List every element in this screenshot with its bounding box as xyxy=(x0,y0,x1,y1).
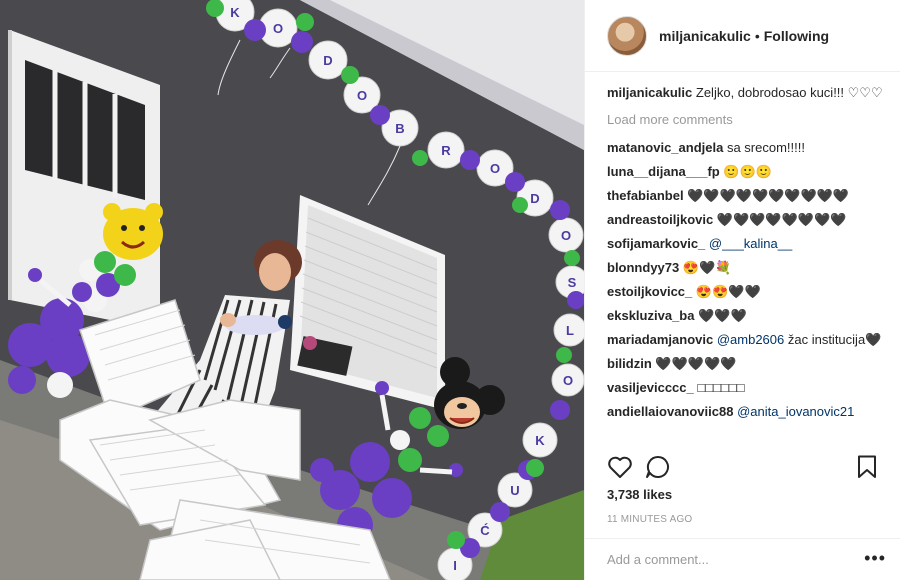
comment-mention[interactable]: @amb2606 xyxy=(717,332,784,347)
comment-text: □□□□□□ xyxy=(697,380,745,395)
comment-username[interactable]: ekskluziva_ba xyxy=(607,308,694,323)
action-bar xyxy=(607,455,878,481)
balloon-letter: O xyxy=(490,161,500,176)
comment-item: thefabianbel 🖤🖤🖤🖤🖤🖤🖤🖤🖤🖤 xyxy=(607,187,890,205)
comment-item: bilidzin 🖤🖤🖤🖤🖤 xyxy=(607,355,890,373)
comment-username[interactable]: sofijamarkovic_ xyxy=(607,236,705,251)
more-options-icon[interactable]: ••• xyxy=(864,548,886,569)
comment-username[interactable]: estoiljkovicc_ xyxy=(607,284,692,299)
post-caption: miljanicakulic Zeljko, dobrodosao kuci!!… xyxy=(607,84,890,102)
balloon-letter: U xyxy=(510,483,519,498)
comment-item: andreastoiljkovic 🖤🖤🖤🖤🖤🖤🖤🖤 xyxy=(607,211,890,229)
balloon-letter: Ć xyxy=(480,523,490,538)
balloon-letter: D xyxy=(323,53,332,68)
photo-scene: K O D O B R O D O S L O K U Ć I xyxy=(0,0,584,580)
winnie-balloon xyxy=(103,203,163,260)
balloon-letter: K xyxy=(230,5,240,20)
balloon-letter: S xyxy=(568,275,577,290)
balloon-letter: O xyxy=(563,373,573,388)
header-separator: • xyxy=(754,27,760,44)
comment-item: sofijamarkovic_ @___kalina__ xyxy=(607,235,890,253)
comment-username[interactable]: luna__dijana___fp xyxy=(607,164,720,179)
post-header: miljanicakulic • Following xyxy=(585,0,900,72)
balloon-letter: O xyxy=(273,21,283,36)
comment-mention[interactable]: @___kalina__ xyxy=(709,236,792,251)
comment-text: 🖤🖤🖤🖤🖤🖤🖤🖤 xyxy=(716,212,847,227)
comment-username[interactable]: andiellaiovanoviic88 xyxy=(607,404,733,419)
comment-mention[interactable]: @anita_iovanovic21 xyxy=(737,404,854,419)
caption-username[interactable]: miljanicakulic xyxy=(607,85,692,100)
comment-item: blonndyy73 😍🖤💐 xyxy=(607,259,890,277)
comment-item: matanovic_andjela sa srecom!!!!! xyxy=(607,139,890,157)
caption-text: Zeljko, dobrodosao kuci!!! ♡♡♡ xyxy=(695,85,883,100)
comment-item: luna__dijana___fp 🙂🙂🙂 xyxy=(607,163,890,181)
comment-item: vasiljevicccc_ □□□□□□ xyxy=(607,379,890,397)
add-comment-input[interactable]: Add a comment... xyxy=(607,552,709,567)
comment-bubble-icon[interactable] xyxy=(645,455,671,479)
balloon-letter: B xyxy=(395,121,404,136)
balloon-letter: I xyxy=(453,558,457,573)
post-photo[interactable]: K O D O B R O D O S L O K U Ć I xyxy=(0,0,584,580)
comment-text: 🖤🖤🖤🖤🖤🖤🖤🖤🖤🖤 xyxy=(687,188,850,203)
comment-text: 😍😍🖤🖤 xyxy=(695,284,761,299)
load-more-comments-button[interactable]: Load more comments xyxy=(607,111,890,129)
comment-username[interactable]: thefabianbel xyxy=(607,188,684,203)
balloon-letter: D xyxy=(530,191,539,206)
post-username[interactable]: miljanicakulic xyxy=(659,28,751,44)
comment-item: ekskluziva_ba 🖤🖤🖤 xyxy=(607,307,890,325)
comment-text: 🖤🖤🖤 xyxy=(698,308,747,323)
comment-text: 🖤🖤🖤🖤🖤 xyxy=(655,356,737,371)
comment-item: andiellaiovanoviic88 @anita_iovanovic21 xyxy=(607,403,890,421)
post-sidebar: miljanicakulic • Following miljanicakuli… xyxy=(584,0,900,580)
following-button[interactable]: Following xyxy=(764,28,829,44)
comment-list[interactable]: miljanicakulic Zeljko, dobrodosao kuci!!… xyxy=(607,84,890,444)
comment-item: estoiljkovicc_ 😍😍🖤🖤 xyxy=(607,283,890,301)
comment-text: sa srecom!!!!! xyxy=(726,140,805,155)
comment-username[interactable]: blonndyy73 xyxy=(607,260,679,275)
avatar[interactable] xyxy=(607,15,647,56)
balloon-letter: L xyxy=(566,323,574,338)
comment-username[interactable]: andreastoiljkovic xyxy=(607,212,713,227)
balloon-letter: O xyxy=(561,228,571,243)
balloon-letter: O xyxy=(357,88,367,103)
balloon-letter: K xyxy=(535,433,545,448)
comment-item: mariadamjanovic @amb2606 žac institucija… xyxy=(607,331,890,349)
bookmark-icon[interactable] xyxy=(856,455,878,479)
comment-text: 😍🖤💐 xyxy=(682,260,732,275)
comment-username[interactable]: matanovic_andjela xyxy=(607,140,723,155)
heart-icon[interactable] xyxy=(607,455,633,479)
balloon-letter: R xyxy=(441,143,451,158)
comment-text: 🙂🙂🙂 xyxy=(723,164,772,179)
post-timestamp[interactable]: 11 MINUTES AGO xyxy=(607,514,692,525)
comment-username[interactable]: vasiljevicccc_ xyxy=(607,380,694,395)
add-comment-row: Add a comment... ••• xyxy=(585,538,900,580)
comment-username[interactable]: bilidzin xyxy=(607,356,652,371)
comment-text: žac institucija🖤 xyxy=(784,332,882,347)
like-count[interactable]: 3,738 likes xyxy=(607,487,672,502)
comment-username[interactable]: mariadamjanovic xyxy=(607,332,713,347)
